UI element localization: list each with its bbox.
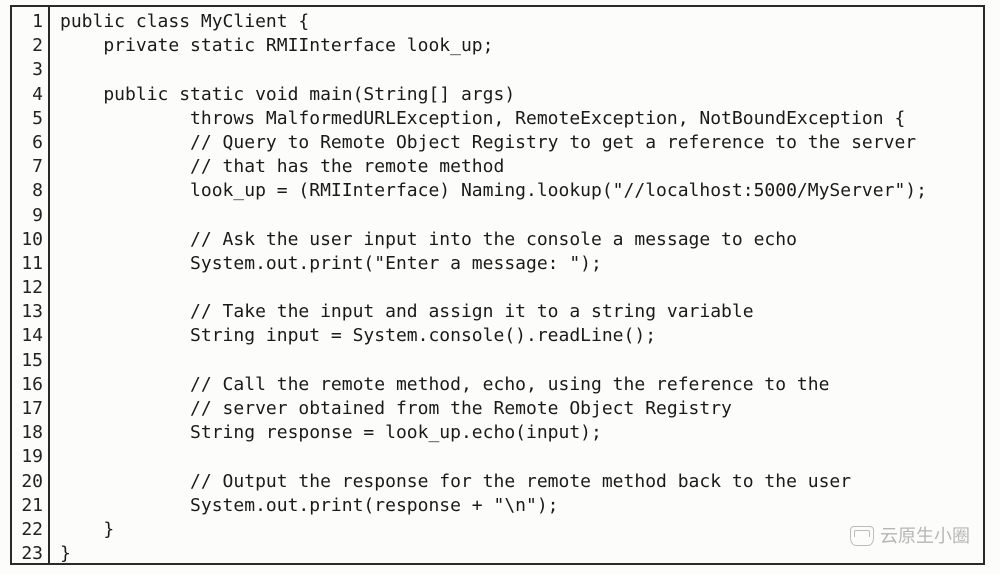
code-line: [60, 58, 983, 82]
code-line: throws MalformedURLException, RemoteExce…: [60, 107, 983, 131]
code-line: // Call the remote method, echo, using t…: [60, 373, 983, 397]
code-line: }: [60, 518, 983, 542]
code-frame: 1234567891011121314151617181920212223 pu…: [10, 5, 985, 565]
line-number: 5: [12, 107, 43, 131]
code-line: System.out.print(response + "\n");: [60, 494, 983, 518]
line-number: 23: [12, 542, 43, 566]
code-line: // Output the response for the remote me…: [60, 470, 983, 494]
code-line: public class MyClient {: [60, 10, 983, 34]
code-line: public static void main(String[] args): [60, 83, 983, 107]
line-number: 2: [12, 34, 43, 58]
line-number: 19: [12, 445, 43, 469]
line-number: 4: [12, 83, 43, 107]
line-number: 7: [12, 155, 43, 179]
line-number: 21: [12, 494, 43, 518]
line-number: 20: [12, 470, 43, 494]
line-number: 22: [12, 518, 43, 542]
line-number: 9: [12, 204, 43, 228]
code-line: [60, 204, 983, 228]
code-line: // server obtained from the Remote Objec…: [60, 397, 983, 421]
line-number: 6: [12, 131, 43, 155]
line-number: 10: [12, 228, 43, 252]
code-line: [60, 276, 983, 300]
code-area: public class MyClient { private static R…: [50, 7, 983, 563]
code-line: // Query to Remote Object Registry to ge…: [60, 131, 983, 155]
line-number: 16: [12, 373, 43, 397]
code-line: // that has the remote method: [60, 155, 983, 179]
code-line: }: [60, 542, 983, 563]
line-number: 15: [12, 349, 43, 373]
code-line: private static RMIInterface look_up;: [60, 34, 983, 58]
code-line: String response = look_up.echo(input);: [60, 421, 983, 445]
line-number-gutter: 1234567891011121314151617181920212223: [12, 7, 50, 563]
code-line: [60, 445, 983, 469]
line-number: 14: [12, 324, 43, 348]
line-number: 17: [12, 397, 43, 421]
code-line: // Ask the user input into the console a…: [60, 228, 983, 252]
code-line: look_up = (RMIInterface) Naming.lookup("…: [60, 179, 983, 203]
line-number: 13: [12, 300, 43, 324]
line-number: 8: [12, 179, 43, 203]
line-number: 11: [12, 252, 43, 276]
code-line: // Take the input and assign it to a str…: [60, 300, 983, 324]
line-number: 3: [12, 58, 43, 82]
code-line: [60, 349, 983, 373]
code-line: System.out.print("Enter a message: ");: [60, 252, 983, 276]
code-line: String input = System.console().readLine…: [60, 324, 983, 348]
line-number: 18: [12, 421, 43, 445]
line-number: 12: [12, 276, 43, 300]
line-number: 1: [12, 10, 43, 34]
